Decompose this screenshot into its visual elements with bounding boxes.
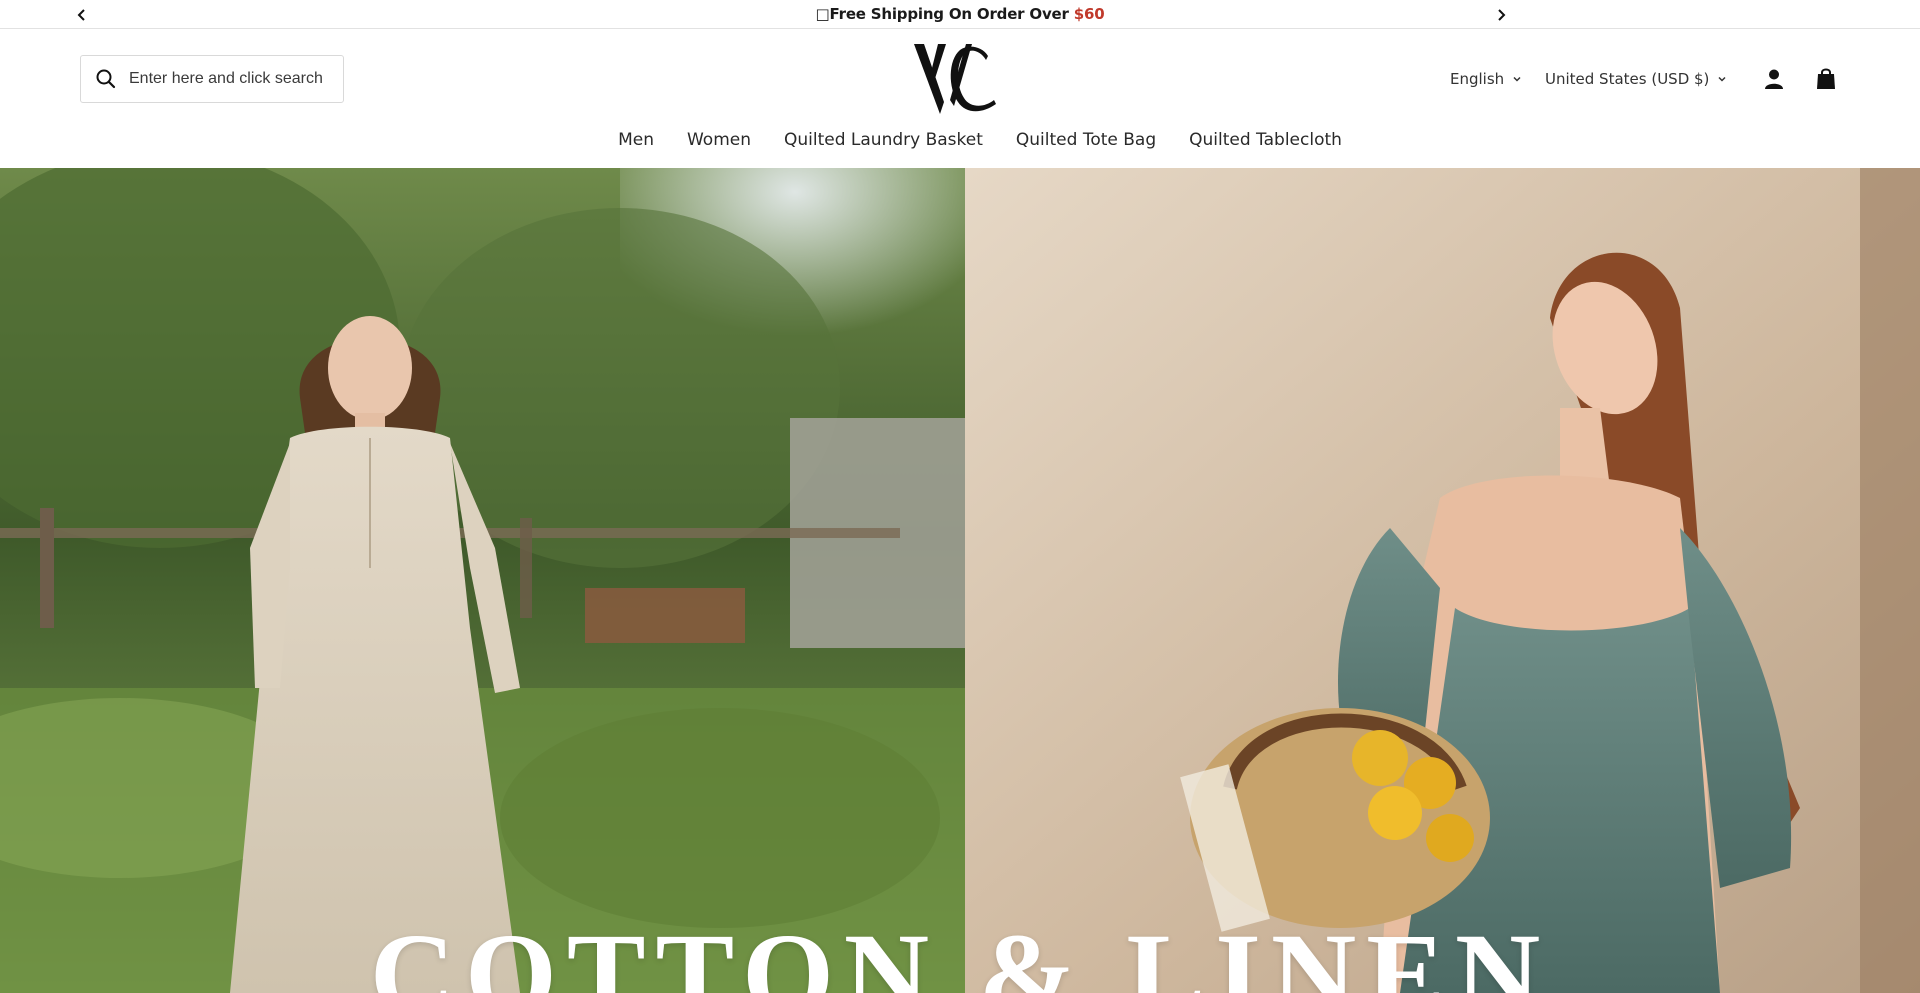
hero-banner[interactable]: COTTON & LINEN: [0, 168, 1920, 993]
nav-item-women[interactable]: Women: [687, 130, 751, 150]
nav-item-men[interactable]: Men: [618, 130, 654, 150]
shopping-bag-icon[interactable]: [1815, 67, 1837, 90]
nav-item-quilted-tote-bag[interactable]: Quilted Tote Bag: [1016, 130, 1156, 150]
chevron-down-icon: [1717, 74, 1727, 84]
user-icon[interactable]: [1763, 68, 1785, 90]
announcement-prev-button[interactable]: [72, 5, 92, 25]
search-input[interactable]: [129, 70, 339, 88]
language-label: English: [1450, 70, 1505, 88]
announcement-text: □Free Shipping On Order Over $60: [816, 5, 1105, 23]
announcement-message: Free Shipping On Order Over: [829, 5, 1074, 23]
hero-image: [0, 168, 1920, 993]
currency-label: United States (USD $): [1545, 70, 1710, 88]
chevron-left-icon: [77, 9, 85, 21]
search-box[interactable]: [80, 55, 344, 103]
currency-selector[interactable]: United States (USD $): [1545, 70, 1727, 88]
announcement-amount: $60: [1073, 5, 1105, 23]
search-icon[interactable]: [95, 68, 117, 90]
announcement-glyph: □: [815, 5, 830, 23]
language-selector[interactable]: English: [1450, 70, 1522, 88]
chevron-right-icon: [1498, 9, 1506, 21]
site-header: English United States (USD $) Men Women …: [0, 30, 1920, 168]
hero-title: COTTON & LINEN: [369, 909, 1551, 993]
nav-item-quilted-laundry-basket[interactable]: Quilted Laundry Basket: [784, 130, 983, 150]
announcement-bar: □Free Shipping On Order Over $60: [0, 0, 1920, 29]
site-logo[interactable]: [910, 40, 1002, 118]
nav-item-quilted-tablecloth[interactable]: Quilted Tablecloth: [1189, 130, 1342, 150]
announcement-next-button[interactable]: [1491, 5, 1511, 25]
main-navigation: Men Women Quilted Laundry Basket Quilted…: [0, 130, 1920, 150]
chevron-down-icon: [1512, 74, 1522, 84]
